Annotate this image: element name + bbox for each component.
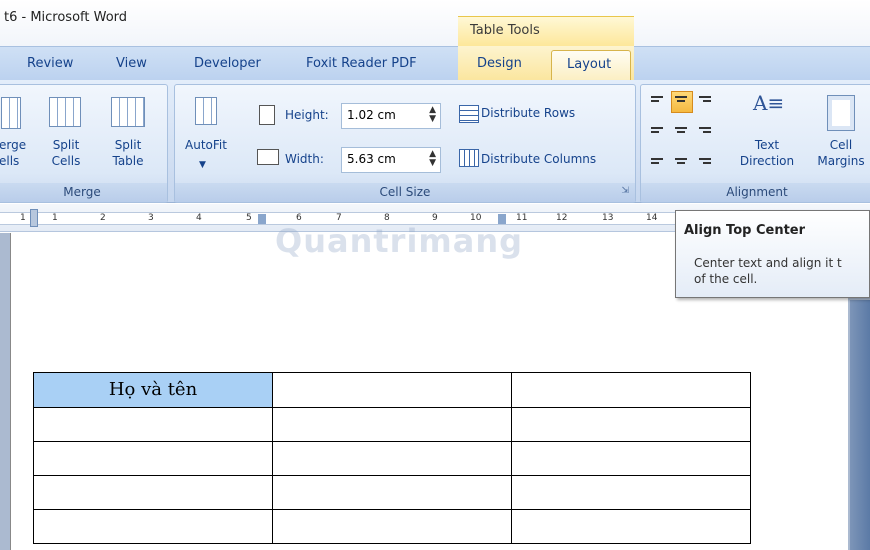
split-cells-button[interactable]: Split Cells (49, 137, 83, 169)
ruler-number: 1 (52, 213, 58, 223)
align-bottom-left-button[interactable] (647, 147, 669, 169)
tab-developer[interactable]: Developer (194, 56, 261, 71)
tab-foxit-reader-pdf[interactable]: Foxit Reader PDF (306, 56, 417, 71)
height-spinner-icon[interactable]: ▲ ▼ (429, 106, 436, 124)
table-cell[interactable] (272, 441, 512, 476)
align-center-button[interactable] (671, 119, 693, 141)
table-cell[interactable] (272, 475, 512, 510)
table-cell[interactable] (272, 407, 512, 442)
ribbon: erge ells Split Cells Split Table Merge … (0, 80, 870, 203)
distribute-rows-button[interactable]: Distribute Rows (481, 105, 575, 121)
text-direction-icon: A≡ (753, 91, 785, 115)
cell-size-group: AutoFit ▼ Height: 1.02 cm ▲ ▼ Width: 5.63… (174, 84, 636, 203)
merge-group: erge ells Split Cells Split Table Merge (0, 84, 168, 203)
align-bottom-center-button[interactable] (671, 147, 693, 169)
table-row (33, 475, 751, 510)
table-cell[interactable] (511, 441, 751, 476)
merge-cells-icon (1, 97, 21, 129)
align-bottom-right-button[interactable] (695, 147, 717, 169)
table-tools-header: Table Tools (458, 16, 634, 46)
ruler-number: 12 (556, 213, 568, 223)
width-input[interactable]: 5.63 cm ▲ ▼ (341, 147, 441, 173)
text-direction-button[interactable]: Text Direction (737, 137, 797, 169)
title-bar (0, 0, 870, 46)
merge-group-label: Merge (0, 183, 167, 202)
table-row (33, 441, 751, 476)
autofit-icon (195, 97, 217, 125)
cell-margins-icon (827, 95, 855, 131)
table-cell[interactable]: Họ và tên (33, 372, 273, 408)
column-marker-icon[interactable] (258, 214, 266, 224)
vertical-scrollbar[interactable] (850, 300, 870, 550)
tab-layout[interactable]: Layout (551, 50, 631, 82)
width-label: Width: (285, 152, 324, 166)
alignment-group: A≡ Text Direction Cell Margins Alignment (640, 84, 870, 203)
table-cell[interactable] (511, 509, 751, 544)
width-spinner-icon[interactable]: ▲ ▼ (429, 150, 436, 168)
height-input[interactable]: 1.02 cm ▲ ▼ (341, 103, 441, 129)
table-cell[interactable] (272, 509, 512, 544)
watermark-logo: Quantrimang (275, 222, 524, 260)
tooltip-body: Center text and align it t of the cell. (694, 256, 842, 286)
table-cell[interactable] (511, 475, 751, 510)
split-table-button[interactable]: Split Table (111, 137, 145, 169)
ruler-number: 3 (148, 213, 154, 223)
align-top-right-button[interactable] (695, 91, 717, 113)
table-cell[interactable] (511, 407, 751, 442)
autofit-dropdown-icon[interactable]: ▼ (199, 157, 206, 173)
table-cell[interactable] (33, 475, 273, 510)
align-top-left-button[interactable] (647, 91, 669, 113)
ruler-number: 4 (196, 213, 202, 223)
row-height-icon (259, 105, 275, 125)
tab-layout-label: Layout (567, 57, 612, 72)
table-row: Họ và tên (33, 372, 751, 408)
ruler-number: 14 (646, 213, 658, 223)
column-width-icon (257, 149, 279, 165)
table-tools-label: Table Tools (470, 23, 540, 38)
alignment-group-label: Alignment (641, 183, 870, 202)
align-center-right-button[interactable] (695, 119, 717, 141)
ruler-number: 1 (20, 213, 26, 223)
cell-size-dialog-launcher-icon[interactable]: ⇲ (621, 183, 629, 199)
tab-review[interactable]: Review (27, 56, 73, 71)
ruler-number: 5 (246, 213, 252, 223)
table-row (33, 509, 751, 544)
distribute-columns-icon (459, 149, 479, 167)
split-cells-icon (49, 97, 81, 127)
table-cell[interactable] (272, 372, 512, 408)
table-cell[interactable] (33, 509, 273, 544)
cell-margins-button[interactable]: Cell Margins (813, 137, 869, 169)
align-top-center-button[interactable] (671, 91, 693, 113)
cell-size-group-label: Cell Size (175, 183, 635, 202)
merge-cells-button[interactable]: erge ells (0, 137, 26, 169)
ruler-number: 2 (100, 213, 106, 223)
height-value: 1.02 cm (347, 108, 396, 122)
document-table[interactable]: Họ và tên (33, 372, 751, 544)
window-title: t6 - Microsoft Word (4, 10, 128, 25)
autofit-button[interactable]: AutoFit (183, 137, 229, 153)
width-value: 5.63 cm (347, 152, 396, 166)
ruler-number: 13 (602, 213, 614, 223)
table-cell[interactable] (33, 407, 273, 442)
tab-design[interactable]: Design (477, 56, 522, 71)
distribute-rows-icon (459, 105, 479, 123)
table-cell[interactable] (33, 441, 273, 476)
tooltip: Align Top Center Center text and align i… (675, 210, 870, 298)
split-table-icon (111, 97, 145, 127)
table-row (33, 407, 751, 442)
height-label: Height: (285, 108, 329, 122)
tooltip-title: Align Top Center (684, 223, 806, 238)
tab-view[interactable]: View (116, 56, 147, 71)
distribute-columns-button[interactable]: Distribute Columns (481, 151, 596, 167)
table-cell[interactable] (511, 372, 751, 408)
left-indent-marker-icon[interactable] (30, 209, 38, 227)
align-center-left-button[interactable] (647, 119, 669, 141)
